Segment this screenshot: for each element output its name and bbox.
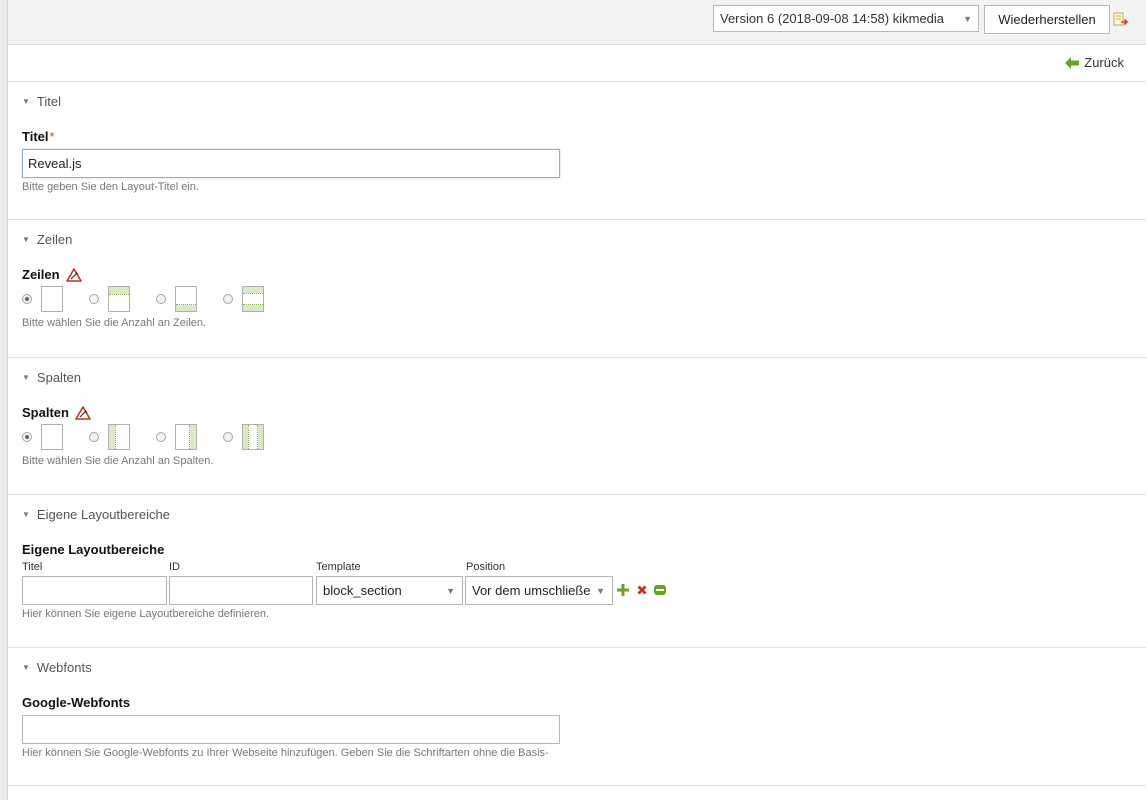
column-label-id: ID (169, 561, 180, 573)
layout-header-footer-row-icon[interactable] (242, 286, 264, 312)
layout-one-column-icon[interactable] (41, 424, 63, 450)
zeilen-options (22, 286, 282, 314)
spalten-radio-3[interactable] (156, 432, 166, 442)
back-bar: Zurück (8, 45, 1146, 82)
back-link[interactable]: Zurück (1065, 55, 1124, 70)
layout-three-column-icon[interactable] (242, 424, 264, 450)
webfonts-help: Hier können Sie Google-Webfonts zu Ihrer… (22, 747, 549, 759)
section-spalten-toggle[interactable]: ▼ Spalten (22, 370, 81, 385)
section-layoutbereiche: ▼ Eigene Layoutbereiche Eigene Layoutber… (8, 495, 1146, 648)
warning-icon (65, 267, 82, 282)
section-spalten-legend: Spalten (36, 370, 82, 385)
section-titel: ▼ Titel Titel* Bitte geben Sie den Layou… (8, 82, 1146, 220)
spalten-options (22, 424, 282, 452)
delete-icon[interactable] (636, 584, 648, 596)
spalten-radio-1[interactable] (22, 432, 32, 442)
chevron-down-icon: ▼ (963, 14, 972, 24)
spalten-field-label: Spalten (22, 405, 91, 420)
column-label-position: Position (466, 561, 506, 573)
version-select-value: Version 6 (2018-09-08 14:58) kikmedia (720, 11, 945, 26)
area-titel-input[interactable] (22, 576, 167, 605)
left-rail (0, 0, 8, 800)
triangle-down-icon: ▼ (22, 663, 30, 672)
spalten-radio-2[interactable] (89, 432, 99, 442)
section-webfonts-toggle[interactable]: ▼ Webfonts (22, 660, 92, 675)
column-label-template: Template (316, 561, 361, 573)
layout-header-row-icon[interactable] (108, 286, 130, 312)
chevron-down-icon: ▼ (446, 586, 455, 596)
area-position-value: Vor dem umschließe (472, 583, 591, 598)
plus-icon[interactable] (617, 584, 629, 596)
layoutbereiche-field-label: Eigene Layoutbereiche (22, 542, 165, 557)
triangle-down-icon: ▼ (22, 97, 30, 106)
required-mark: * (49, 129, 55, 144)
triangle-down-icon: ▼ (22, 235, 30, 244)
section-zeilen-toggle[interactable]: ▼ Zeilen (22, 232, 72, 247)
section-layoutbereiche-legend: Eigene Layoutbereiche (36, 507, 170, 522)
section-layoutbereiche-toggle[interactable]: ▼ Eigene Layoutbereiche (22, 507, 170, 522)
layout-one-row-icon[interactable] (41, 286, 63, 312)
triangle-down-icon: ▼ (22, 373, 30, 382)
zeilen-field-label: Zeilen (22, 267, 82, 282)
layout-right-column-icon[interactable] (175, 424, 197, 450)
zeilen-radio-3[interactable] (156, 294, 166, 304)
area-position-select[interactable]: Vor dem umschließe ▼ (465, 576, 613, 605)
spalten-label-text: Spalten (22, 405, 69, 420)
section-spalten: ▼ Spalten Spalten Bitte wählen Sie die A… (8, 358, 1146, 495)
layoutbereiche-help: Hier können Sie eigene Layoutbereiche de… (22, 608, 270, 620)
version-select[interactable]: Version 6 (2018-09-08 14:58) kikmedia ▼ (713, 5, 979, 32)
triangle-down-icon: ▼ (22, 510, 30, 519)
chevron-down-icon: ▼ (593, 586, 605, 596)
column-label-titel: Titel (22, 561, 43, 573)
section-titel-toggle[interactable]: ▼ Titel (22, 94, 61, 109)
back-label: Zurück (1084, 55, 1124, 70)
titel-help: Bitte geben Sie den Layout-Titel ein. (22, 181, 199, 193)
export-icon[interactable] (1113, 11, 1129, 27)
spalten-radio-4[interactable] (223, 432, 233, 442)
section-zeilen: ▼ Zeilen Zeilen Bitte wählen Sie die Anz… (8, 220, 1146, 358)
area-id-input[interactable] (169, 576, 313, 605)
layout-left-column-icon[interactable] (108, 424, 130, 450)
titel-input[interactable] (22, 149, 560, 178)
webfonts-field-label: Google-Webfonts (22, 695, 131, 710)
spalten-help: Bitte wählen Sie die Anzahl an Spalten. (22, 455, 214, 467)
area-template-value: block_section (323, 583, 402, 598)
section-webfonts-legend: Webfonts (36, 660, 92, 675)
area-template-select[interactable]: block_section ▼ (316, 576, 463, 605)
section-zeilen-legend: Zeilen (36, 232, 73, 247)
titel-label-text: Titel (22, 129, 49, 144)
zeilen-radio-4[interactable] (223, 294, 233, 304)
arrow-left-icon (1065, 56, 1080, 69)
titel-field-label: Titel * (22, 129, 55, 144)
zeilen-label-text: Zeilen (22, 267, 60, 282)
section-titel-legend: Titel (36, 94, 61, 109)
layout-footer-row-icon[interactable] (175, 286, 197, 312)
zeilen-help: Bitte wählen Sie die Anzahl an Zeilen. (22, 317, 207, 329)
zeilen-radio-1[interactable] (22, 294, 32, 304)
section-webfonts: ▼ Webfonts Google-Webfonts Hier können S… (8, 648, 1146, 786)
zeilen-radio-2[interactable] (89, 294, 99, 304)
warning-icon (75, 405, 91, 420)
top-toolbar: Version 6 (2018-09-08 14:58) kikmedia ▼ … (8, 0, 1146, 45)
restore-button[interactable]: Wiederherstellen (984, 5, 1110, 34)
webfonts-input[interactable] (22, 715, 560, 744)
drag-handle-icon[interactable] (654, 584, 666, 596)
